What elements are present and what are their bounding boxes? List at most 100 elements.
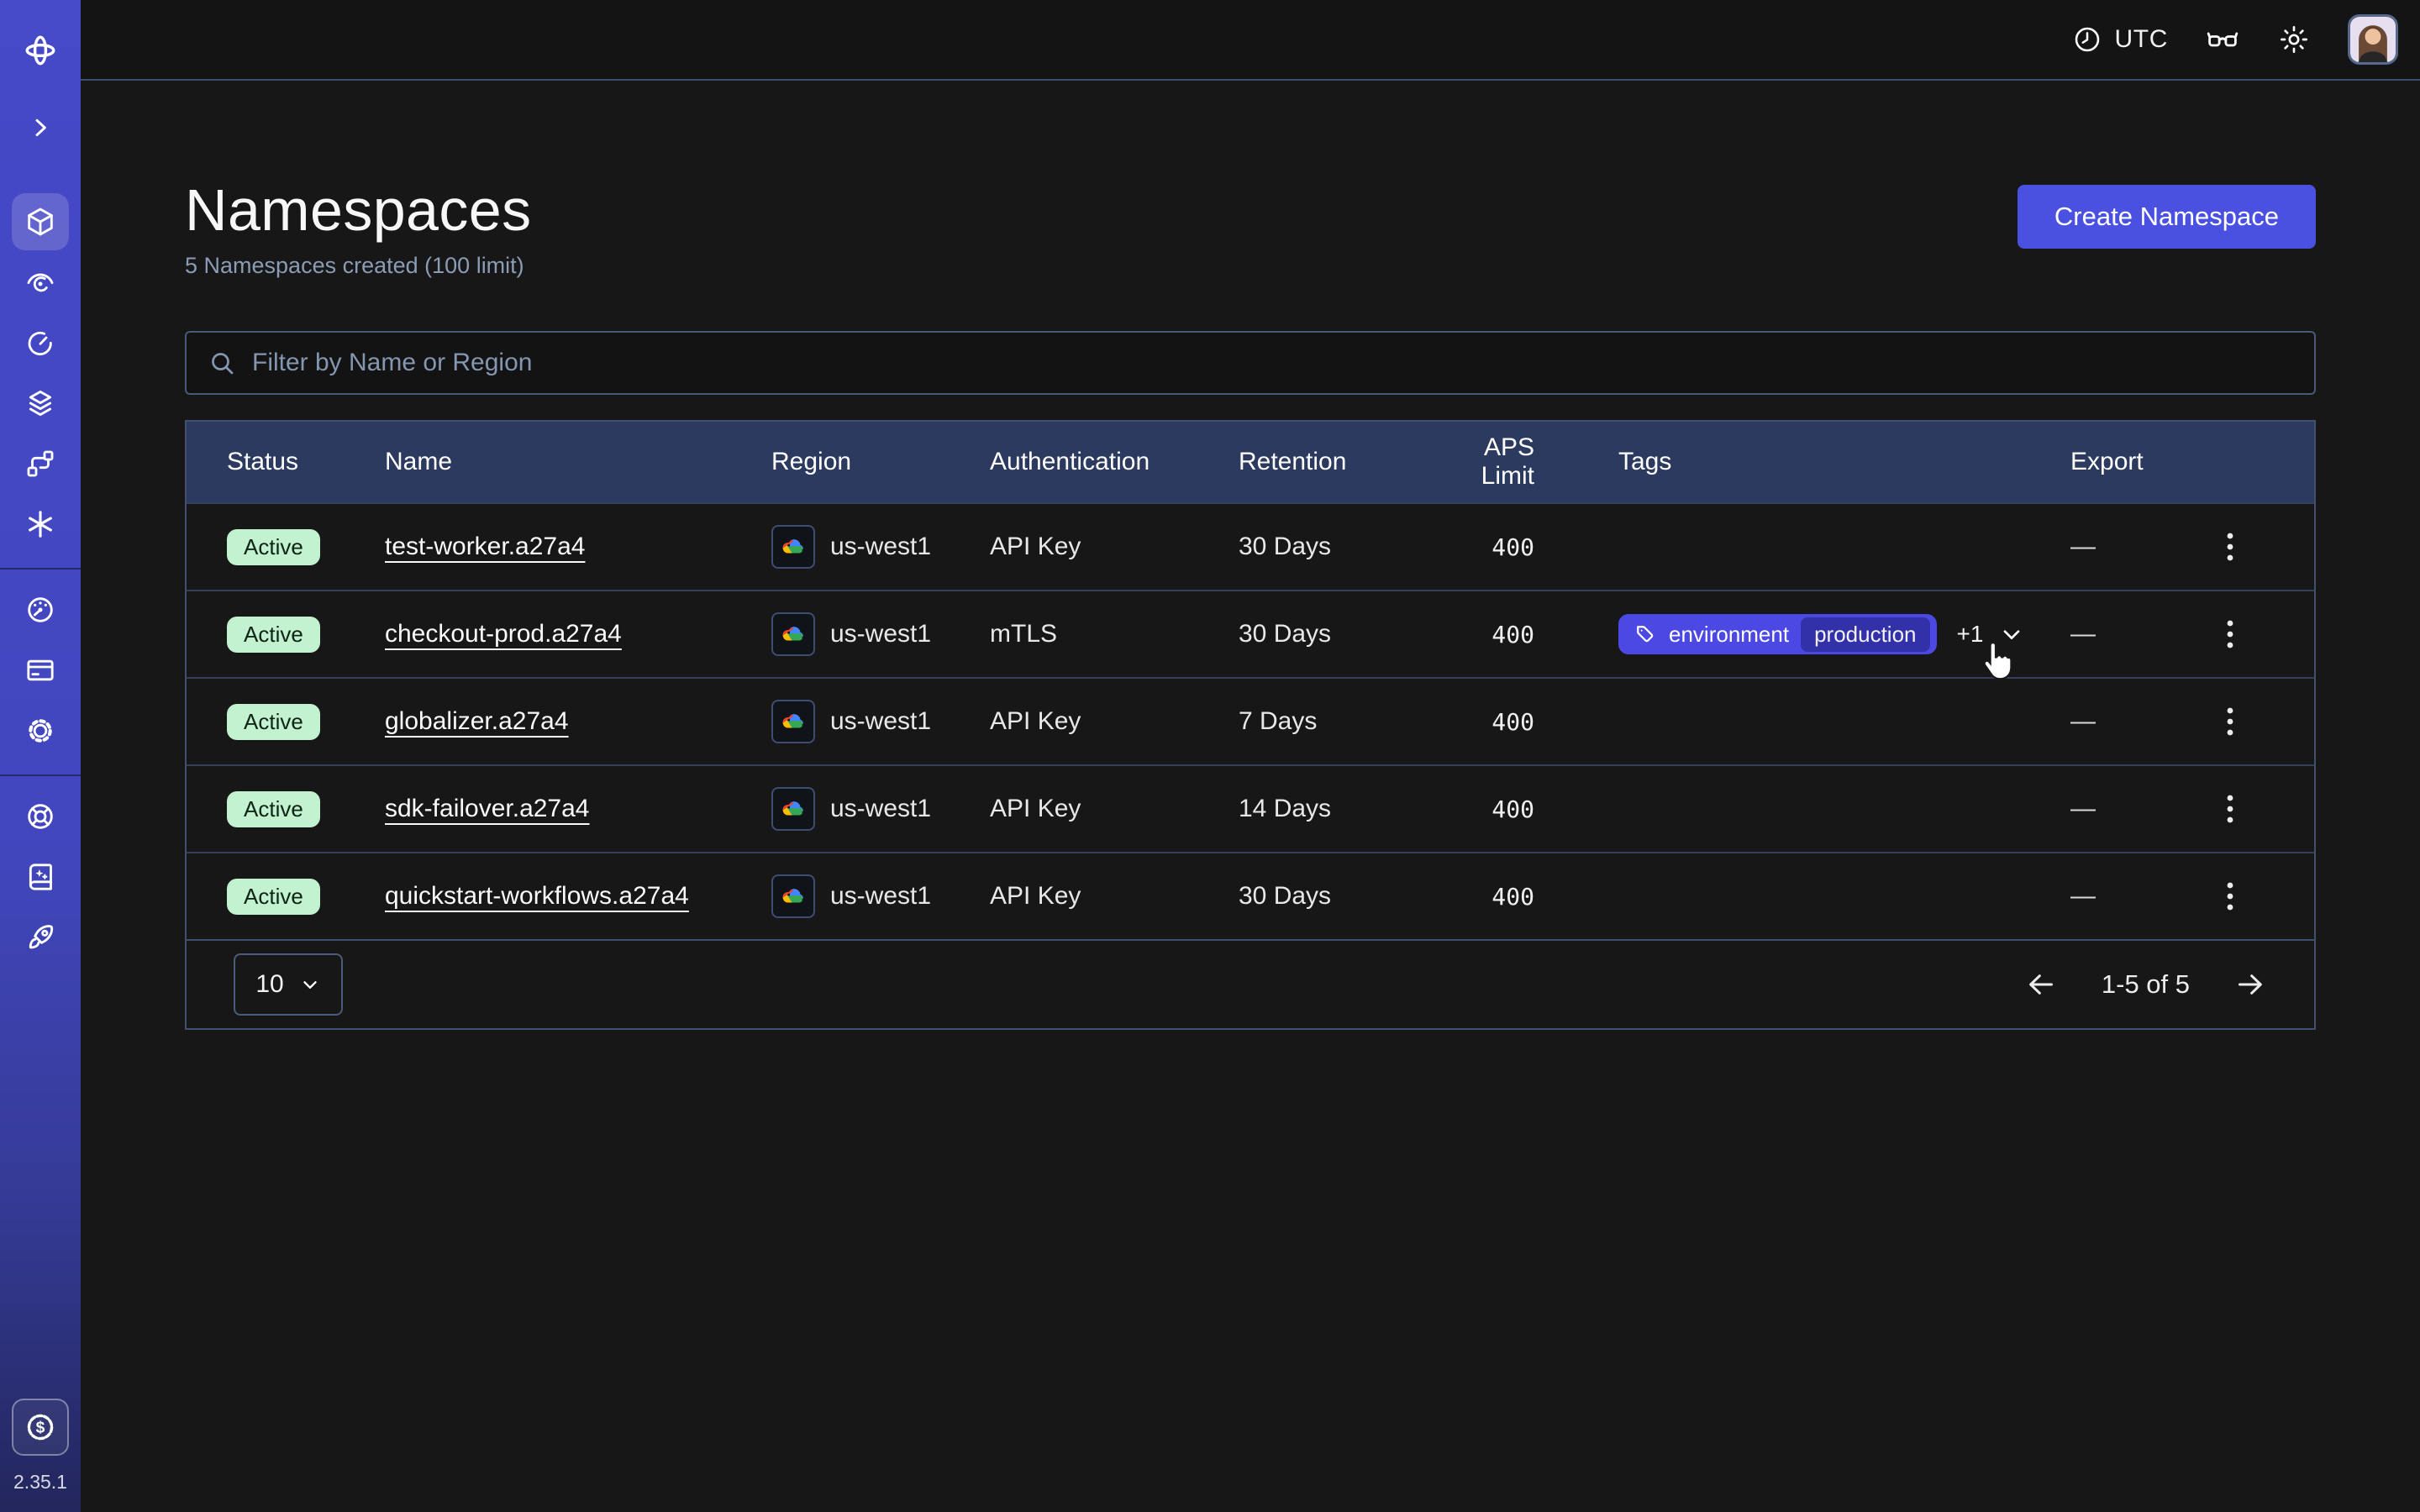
- tag-pill[interactable]: environment production: [1618, 614, 1937, 654]
- row-actions-kebab-menu-icon[interactable]: [2220, 701, 2240, 743]
- region-cell: us-west1: [771, 874, 990, 918]
- aps-limit-cell: 400: [1428, 533, 1568, 561]
- row-actions-kebab-menu-icon[interactable]: [2220, 875, 2240, 917]
- gcp-logo-icon: [771, 700, 815, 743]
- region-cell: us-west1: [771, 787, 990, 831]
- sidebar-item-billing-credit-card-icon[interactable]: [12, 642, 69, 699]
- sidebar-item-layers-icon[interactable]: [12, 375, 69, 432]
- row-actions-kebab-menu-icon[interactable]: [2220, 613, 2240, 655]
- status-badge: Active: [227, 529, 320, 565]
- export-cell: —: [2013, 620, 2190, 648]
- timezone-label: UTC: [2115, 25, 2168, 54]
- sidebar-item-workflow-branch-icon[interactable]: [12, 435, 69, 492]
- create-namespace-button[interactable]: Create Namespace: [2018, 185, 2316, 249]
- status-badge: Active: [227, 617, 320, 653]
- sidebar-item-timer-icon[interactable]: [12, 314, 69, 371]
- auth-cell: API Key: [990, 882, 1239, 911]
- tag-value: production: [1801, 617, 1929, 652]
- retention-cell: 14 Days: [1239, 795, 1428, 823]
- namespace-link[interactable]: globalizer.a27a4: [385, 707, 569, 735]
- filter-input[interactable]: [252, 349, 2294, 377]
- namespace-link[interactable]: test-worker.a27a4: [385, 533, 585, 560]
- retention-cell: 30 Days: [1239, 533, 1428, 561]
- page-size-value: 10: [255, 970, 283, 999]
- column-header-authentication: Authentication: [990, 448, 1239, 476]
- table-row: Active sdk-failover.a27a4 u: [187, 764, 2314, 852]
- temporal-logo-icon[interactable]: [12, 22, 69, 79]
- sidebar-item-support-lifebuoy-icon[interactable]: [12, 788, 69, 845]
- auth-cell: mTLS: [990, 620, 1239, 648]
- region-label: us-west1: [830, 882, 931, 911]
- region-label: us-west1: [830, 533, 931, 561]
- export-cell: —: [2013, 533, 2190, 561]
- labs-glasses-icon[interactable]: [2205, 22, 2240, 57]
- previous-page-arrow-left-icon[interactable]: [2021, 964, 2061, 1005]
- sidebar-item-getting-started-rocket-icon[interactable]: [12, 909, 69, 966]
- column-header-aps-limit: APS Limit: [1428, 433, 1568, 491]
- status-badge: Active: [227, 704, 320, 740]
- clock-icon: [2071, 24, 2103, 55]
- credits-dollar-seal-icon[interactable]: $: [12, 1399, 69, 1456]
- sidebar-item-namespaces-cube-icon[interactable]: [12, 193, 69, 250]
- table-footer: 10 1-5 of 5: [187, 939, 2314, 1028]
- tag-key: environment: [1669, 622, 1789, 648]
- theme-sun-icon[interactable]: [2277, 23, 2311, 56]
- pagination-range: 1-5 of 5: [2102, 969, 2190, 1000]
- retention-cell: 7 Days: [1239, 707, 1428, 736]
- column-header-tags: Tags: [1568, 448, 2013, 476]
- retention-cell: 30 Days: [1239, 620, 1428, 648]
- app-window: $ 2.35.1 UTC: [0, 0, 2420, 1512]
- sidebar-item-nexus-asterisk-icon[interactable]: [12, 496, 69, 553]
- sidebar-item-settings-gear-icon[interactable]: [12, 702, 69, 759]
- sidebar-divider: [0, 568, 81, 570]
- export-cell: —: [2013, 795, 2190, 823]
- namespace-link[interactable]: sdk-failover.a27a4: [385, 795, 590, 822]
- export-cell: —: [2013, 707, 2190, 736]
- region-label: us-west1: [830, 707, 931, 736]
- auth-cell: API Key: [990, 707, 1239, 736]
- row-actions-kebab-menu-icon[interactable]: [2220, 526, 2240, 568]
- region-label: us-west1: [830, 620, 931, 648]
- page-header: Namespaces 5 Namespaces created (100 lim…: [185, 178, 2316, 279]
- svg-text:$: $: [36, 1420, 45, 1437]
- table-row: Active globalizer.a27a4 us-: [187, 677, 2314, 764]
- column-header-export: Export: [2013, 448, 2190, 476]
- column-header-status: Status: [227, 448, 385, 476]
- region-cell: us-west1: [771, 612, 990, 656]
- chevron-down-icon: [299, 974, 321, 995]
- region-label: us-west1: [830, 795, 931, 823]
- namespace-link[interactable]: quickstart-workflows.a27a4: [385, 882, 689, 910]
- page-title: Namespaces: [185, 178, 532, 243]
- table-header-row: Status Name Region Authentication Retent…: [187, 422, 2314, 502]
- app-version: 2.35.1: [13, 1471, 67, 1494]
- gcp-logo-icon: [771, 612, 815, 656]
- column-header-region: Region: [771, 448, 990, 476]
- status-badge: Active: [227, 879, 320, 915]
- row-actions-kebab-menu-icon[interactable]: [2220, 788, 2240, 830]
- gcp-logo-icon: [771, 525, 815, 569]
- sidebar-item-usage-gauge-icon[interactable]: [12, 581, 69, 638]
- region-cell: us-west1: [771, 700, 990, 743]
- page-size-select[interactable]: 10: [234, 953, 343, 1016]
- sidebar-item-insights-eye-icon[interactable]: [12, 254, 69, 311]
- sidebar-expand-chevron-right-icon[interactable]: [12, 99, 69, 156]
- retention-cell: 30 Days: [1239, 882, 1428, 911]
- timezone-selector[interactable]: UTC: [2071, 24, 2168, 55]
- auth-cell: API Key: [990, 795, 1239, 823]
- aps-limit-cell: 400: [1428, 795, 1568, 823]
- sidebar-item-docs-book-sparkle-icon[interactable]: [12, 848, 69, 906]
- aps-limit-cell: 400: [1428, 708, 1568, 736]
- column-header-retention: Retention: [1239, 448, 1428, 476]
- tag-overflow-count: +1: [1957, 621, 1984, 648]
- tags-cell: environment production +1: [1568, 614, 2013, 654]
- user-avatar[interactable]: [2348, 14, 2398, 65]
- search-icon: [207, 348, 237, 378]
- gcp-logo-icon: [771, 787, 815, 831]
- filter-bar[interactable]: [185, 331, 2316, 395]
- next-page-arrow-right-icon[interactable]: [2230, 964, 2270, 1005]
- topbar: UTC: [81, 0, 2420, 81]
- aps-limit-cell: 400: [1428, 883, 1568, 911]
- namespace-link[interactable]: checkout-prod.a27a4: [385, 620, 622, 648]
- sidebar-divider: [0, 774, 81, 776]
- sidebar: $ 2.35.1: [0, 0, 81, 1512]
